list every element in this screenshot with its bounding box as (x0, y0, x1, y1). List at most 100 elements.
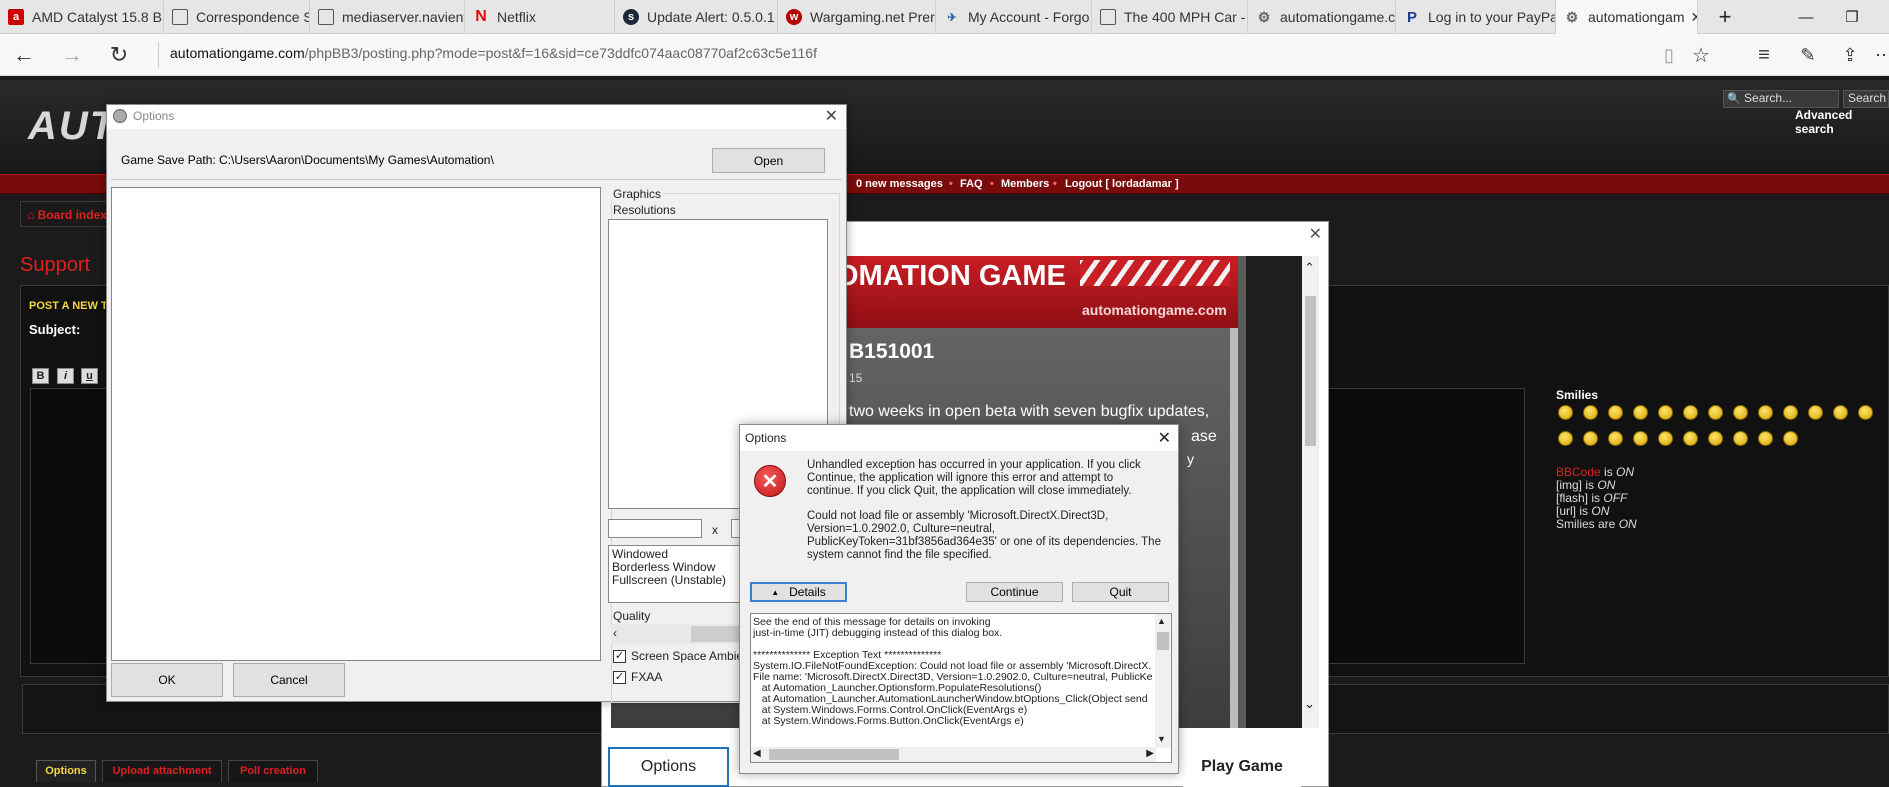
browser-tab[interactable]: a AMD Catalyst 15.8 B (0, 0, 164, 34)
refresh-icon[interactable]: ↻ (101, 38, 137, 72)
scroll-down-icon[interactable]: ⌄ (1304, 696, 1315, 712)
hscroll-thumb[interactable] (769, 749, 899, 760)
details-hscroll[interactable]: ◀ ▶ (751, 747, 1156, 762)
smiley-icon[interactable] (1708, 431, 1723, 446)
quit-button[interactable]: Quit (1072, 582, 1169, 602)
hub-icon[interactable]: ≡ (1746, 38, 1782, 72)
smiley-icon[interactable] (1833, 405, 1848, 420)
underline-button[interactable]: u (81, 368, 98, 384)
smiley-icon[interactable] (1783, 431, 1798, 446)
fxaa-checkbox[interactable]: ✓ (613, 671, 626, 684)
smiley-icon[interactable] (1683, 431, 1698, 446)
ok-button[interactable]: OK (111, 663, 223, 697)
smiley-icon[interactable] (1658, 431, 1673, 446)
tab-upload-attachment[interactable]: Upload attachment (102, 760, 222, 782)
play-game-button[interactable]: Play Game (1183, 747, 1301, 787)
window-mode-fullscreen[interactable]: Fullscreen (Unstable) (612, 574, 744, 587)
smiley-icon[interactable] (1608, 431, 1623, 446)
launcher-options-button[interactable]: Options (608, 747, 729, 787)
browser-tab[interactable]: mediaserver.navient. (310, 0, 465, 34)
browser-tab[interactable]: s Update Alert: 0.5.0.1 (615, 0, 778, 34)
italic-button[interactable]: i (57, 368, 74, 384)
scroll-down-icon[interactable]: ▼ (1157, 734, 1166, 744)
members-link[interactable]: Members (1001, 178, 1049, 190)
smiley-icon[interactable] (1733, 405, 1748, 420)
smiley-icon[interactable] (1783, 405, 1798, 420)
browser-tab-active[interactable]: ⚙automationgam✕ (1556, 0, 1698, 34)
restore-button[interactable]: ❐ (1829, 0, 1875, 34)
slider-left-icon[interactable]: ‹ (613, 626, 617, 640)
smiley-icon[interactable] (1558, 405, 1573, 420)
details-button[interactable]: ▲ Details (750, 582, 847, 602)
smiley-icon[interactable] (1758, 431, 1773, 446)
forward-arrow-icon[interactable]: → (54, 38, 90, 72)
smiley-icon[interactable] (1633, 431, 1648, 446)
cancel-button[interactable]: Cancel (233, 663, 345, 697)
browser-tab[interactable]: The 400 MPH Car - / (1092, 0, 1248, 34)
browser-tab[interactable]: N Netflix (465, 0, 615, 34)
close-tab-icon[interactable]: ✕ (1685, 9, 1697, 26)
window-mode-list[interactable]: Windowed Borderless Window Fullscreen (U… (608, 545, 748, 603)
bold-button[interactable]: B (32, 368, 49, 384)
share-icon[interactable]: ⇪ (1832, 38, 1868, 72)
launcher-scrollbar[interactable]: ⌃ ⌄ (1302, 256, 1319, 728)
browser-tab[interactable]: Correspondence Sur (164, 0, 310, 34)
smiley-icon[interactable] (1758, 405, 1773, 420)
smiley-icon[interactable] (1658, 405, 1673, 420)
smiley-icon[interactable] (1858, 405, 1873, 420)
scroll-thumb[interactable] (1157, 632, 1169, 650)
smiley-icon[interactable] (1683, 405, 1698, 420)
browser-tab[interactable]: ⚙ automationgame.co (1248, 0, 1396, 34)
scroll-thumb[interactable] (1305, 296, 1316, 446)
logout-link[interactable]: Logout [ lordadamar ] (1065, 178, 1179, 190)
error-message-main: Unhandled exception has occurred in your… (807, 459, 1141, 497)
section-title[interactable]: Support (20, 254, 90, 277)
new-tab-button[interactable]: + (1702, 0, 1748, 34)
smiley-icon[interactable] (1558, 431, 1573, 446)
forum-search-button[interactable]: Search (1843, 90, 1889, 108)
details-vscroll[interactable]: ▲ ▼ (1155, 614, 1171, 748)
board-index-link[interactable]: ⌂ Board index (27, 208, 107, 222)
address-input[interactable]: automationgame.com/phpBB3/posting.php?mo… (170, 45, 817, 61)
new-messages-link[interactable]: 0 new messages (856, 178, 943, 190)
ssao-checkbox[interactable]: ✓ (613, 650, 626, 663)
scroll-right-icon[interactable]: ▶ (1146, 748, 1154, 759)
smiley-icon[interactable] (1583, 405, 1598, 420)
browser-tab[interactable]: w Wargaming.net Prer (778, 0, 936, 34)
smiley-icon[interactable] (1583, 431, 1598, 446)
tab-options[interactable]: Options (36, 760, 96, 782)
scroll-up-icon[interactable]: ▲ (1157, 616, 1166, 626)
divider (158, 42, 159, 68)
browser-tab[interactable]: P Log in to your PayPa (1396, 0, 1556, 34)
back-arrow-icon[interactable]: ← (6, 38, 42, 72)
scroll-left-icon[interactable]: ◀ (753, 748, 761, 759)
smiley-icon[interactable] (1733, 431, 1748, 446)
forum-search-input[interactable]: 🔍 Search... (1723, 90, 1839, 108)
smiley-icon[interactable] (1708, 405, 1723, 420)
launcher-close-icon[interactable]: ✕ (1309, 224, 1322, 244)
exception-details-textbox[interactable]: See the end of this message for details … (750, 613, 1172, 763)
smiley-icon[interactable] (1608, 405, 1623, 420)
close-icon[interactable]: ✕ (825, 106, 838, 126)
tab-poll-creation[interactable]: Poll creation (228, 760, 318, 782)
browser-tab[interactable]: ✈ My Account - Forgo (936, 0, 1092, 34)
faq-link[interactable]: FAQ (960, 178, 983, 190)
favorite-star-icon[interactable]: ☆ (1683, 38, 1719, 72)
smiley-icon[interactable] (1633, 405, 1648, 420)
minimize-button[interactable]: — (1783, 0, 1829, 34)
advanced-search-link[interactable]: Advanced search (1795, 108, 1889, 136)
resolution-width-input[interactable] (608, 519, 702, 538)
continue-button[interactable]: Continue (966, 582, 1063, 602)
web-note-icon[interactable]: ✎ (1790, 38, 1826, 72)
subject-label: Subject: (29, 322, 81, 337)
scroll-up-icon[interactable]: ⌃ (1304, 260, 1315, 276)
quality-slider[interactable]: ‹ (611, 624, 751, 644)
open-button[interactable]: Open (712, 148, 825, 173)
more-icon[interactable]: ⋯ (1866, 38, 1889, 72)
error-close-icon[interactable]: ✕ (1158, 428, 1171, 448)
ssao-label: Screen Space Ambient (631, 649, 754, 663)
post-heading: POST A NEW TO (29, 300, 116, 312)
smiley-icon[interactable] (1808, 405, 1823, 420)
options-main-list[interactable] (111, 187, 601, 661)
reading-view-icon[interactable]: ▯ (1651, 38, 1687, 72)
